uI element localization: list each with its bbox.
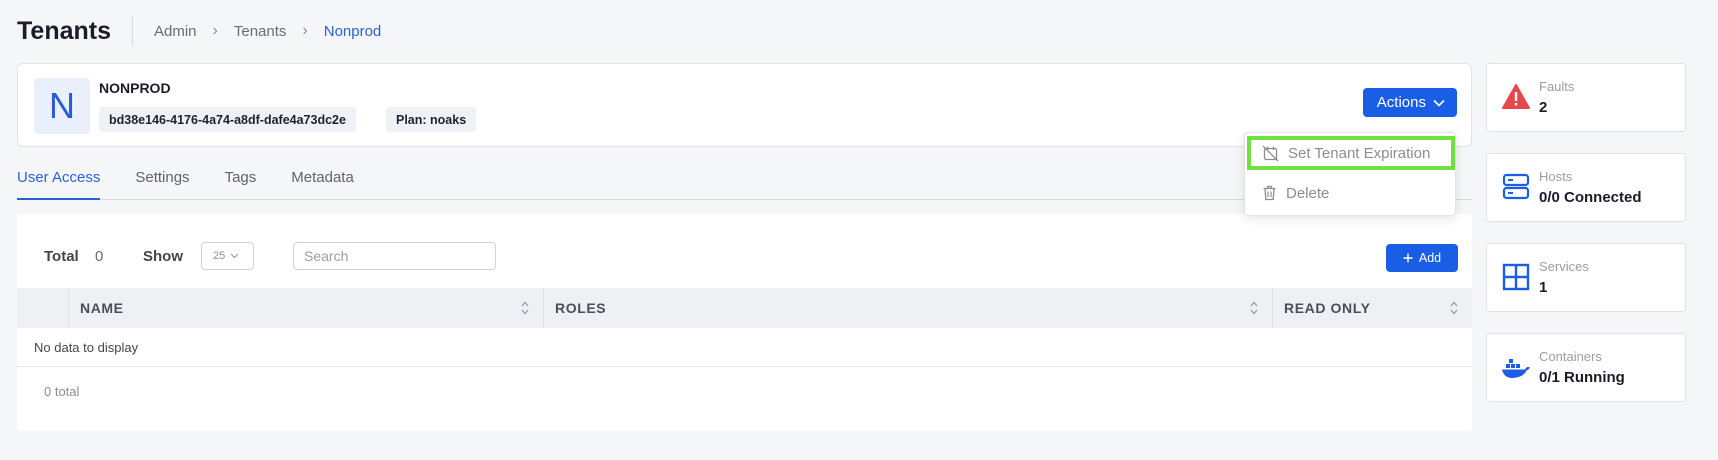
column-roles-label: ROLES — [555, 300, 607, 316]
page-size-select[interactable]: 25 — [201, 242, 254, 270]
header-divider — [132, 16, 133, 46]
services-label: Services — [1539, 259, 1589, 274]
delete-menu-item[interactable]: Delete — [1245, 176, 1457, 210]
tenant-plan-badge: Plan: noaks — [386, 107, 477, 132]
faults-card[interactable]: Faults 2 — [1486, 63, 1686, 132]
tenant-id-badge: bd38e146-4176-4a74-a8df-dafe4a73dc2e — [99, 107, 356, 132]
tenant-name: NONPROD — [99, 80, 171, 96]
total-label: Total — [44, 248, 79, 265]
add-user-button[interactable]: Add — [1386, 244, 1458, 272]
services-card[interactable]: Services 1 — [1486, 243, 1686, 312]
select-column-header — [17, 288, 68, 328]
trash-icon — [1263, 185, 1276, 201]
show-label: Show — [143, 248, 183, 265]
tenant-avatar: N — [34, 78, 90, 134]
hosts-value: 0/0 Connected — [1539, 189, 1642, 206]
hosts-card[interactable]: Hosts 0/0 Connected — [1486, 153, 1686, 222]
tab-metadata[interactable]: Metadata — [291, 164, 354, 199]
total-count: 0 — [95, 248, 104, 265]
sort-icon — [1250, 301, 1258, 315]
chevron-right-icon: › — [302, 22, 308, 39]
containers-label: Containers — [1539, 349, 1602, 364]
breadcrumb-tenants[interactable]: Tenants — [234, 23, 287, 40]
calendar-off-icon — [1262, 145, 1279, 161]
tab-settings[interactable]: Settings — [135, 164, 189, 199]
sort-icon — [1450, 301, 1458, 315]
hosts-label: Hosts — [1539, 169, 1573, 184]
table-footer-total: 0 total — [44, 384, 80, 399]
empty-table-message: No data to display — [34, 340, 139, 355]
table-header: NAME ROLES READ ONLY — [17, 288, 1472, 328]
actions-button[interactable]: Actions — [1362, 88, 1457, 117]
chevron-right-icon: › — [212, 22, 218, 39]
page-header: Tenants Admin › Tenants › Nonprod — [17, 12, 381, 50]
docker-icon — [1502, 359, 1530, 378]
column-header-read-only[interactable]: READ ONLY — [1272, 288, 1472, 328]
breadcrumb-current: Nonprod — [323, 22, 382, 40]
add-button-label: Add — [1418, 251, 1442, 265]
faults-value: 2 — [1539, 99, 1548, 116]
plus-icon — [1403, 253, 1413, 263]
tab-user-access[interactable]: User Access — [17, 164, 101, 200]
tab-tags[interactable]: Tags — [225, 164, 257, 199]
breadcrumb-admin[interactable]: Admin — [154, 23, 197, 40]
page-title: Tenants — [17, 16, 111, 45]
row-divider — [17, 366, 1472, 367]
column-header-roles[interactable]: ROLES — [543, 288, 1272, 328]
column-name-label: NAME — [80, 300, 124, 316]
delete-label: Delete — [1286, 184, 1330, 202]
actions-button-label: Actions — [1376, 94, 1426, 111]
search-input[interactable] — [293, 242, 496, 270]
chevron-down-icon — [1433, 99, 1445, 107]
column-header-name[interactable]: NAME — [68, 288, 543, 328]
chevron-down-icon — [230, 253, 239, 259]
containers-value: 0/1 Running — [1539, 369, 1625, 386]
column-read-only-label: READ ONLY — [1284, 300, 1371, 316]
page-size-value: 25 — [213, 250, 226, 262]
grid-icon — [1502, 263, 1530, 291]
containers-card[interactable]: Containers 0/1 Running — [1486, 333, 1686, 402]
server-icon — [1502, 173, 1530, 200]
set-tenant-expiration-label: Set Tenant Expiration — [1288, 144, 1431, 162]
faults-label: Faults — [1539, 79, 1575, 94]
services-value: 1 — [1539, 279, 1548, 296]
set-tenant-expiration-menu-item[interactable]: Set Tenant Expiration — [1247, 136, 1455, 170]
sort-icon — [521, 301, 529, 315]
user-access-panel: Total 0 Show 25 Add NAME ROLES READ ONLY… — [17, 214, 1472, 431]
warning-icon — [1502, 84, 1530, 109]
actions-dropdown-menu: Set Tenant Expiration Delete — [1244, 132, 1456, 216]
